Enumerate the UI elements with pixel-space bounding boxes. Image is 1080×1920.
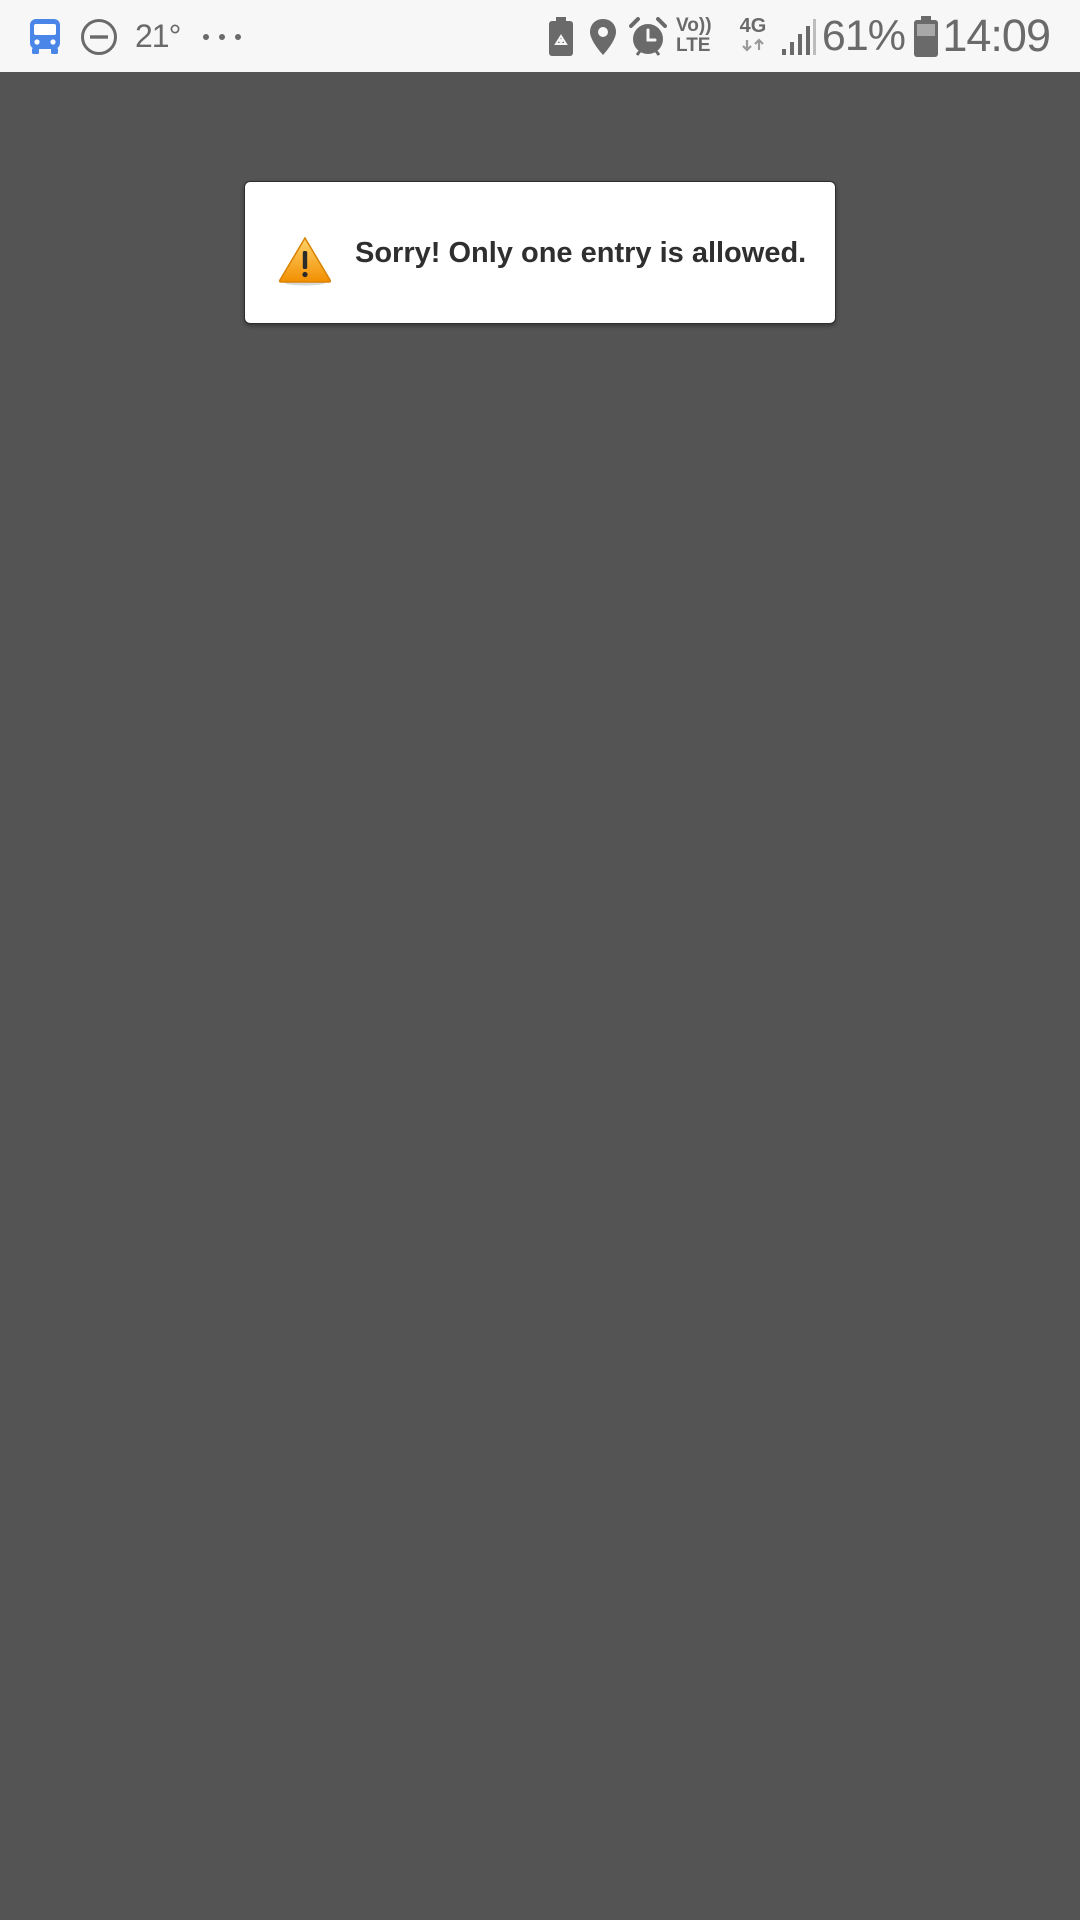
battery-percent-text: 61% [821,11,906,60]
do-not-disturb-icon [81,19,117,55]
toast-text: Sorry! Only one entry is allowed. [355,237,807,269]
battery-icon [914,16,938,57]
battery-saver-icon [549,17,573,56]
temperature-text: 21° [135,17,181,54]
signal-icon [782,19,816,55]
clock-time: 14:09 [942,10,1051,61]
data-arrows-icon [742,38,764,52]
toast-message: Sorry! Only one entry is allowed. [244,181,836,324]
volte-icon: Vo)) LTE [676,15,712,56]
more-dots-icon [203,34,241,40]
bus-icon [30,19,60,54]
status-bar: 21° Vo)) LTE 4G 61% 14:09 [0,0,1080,72]
alarm-icon [629,17,667,56]
location-icon [590,19,616,55]
4g-data-icon: 4G [737,16,769,56]
warning-icon [278,236,332,286]
